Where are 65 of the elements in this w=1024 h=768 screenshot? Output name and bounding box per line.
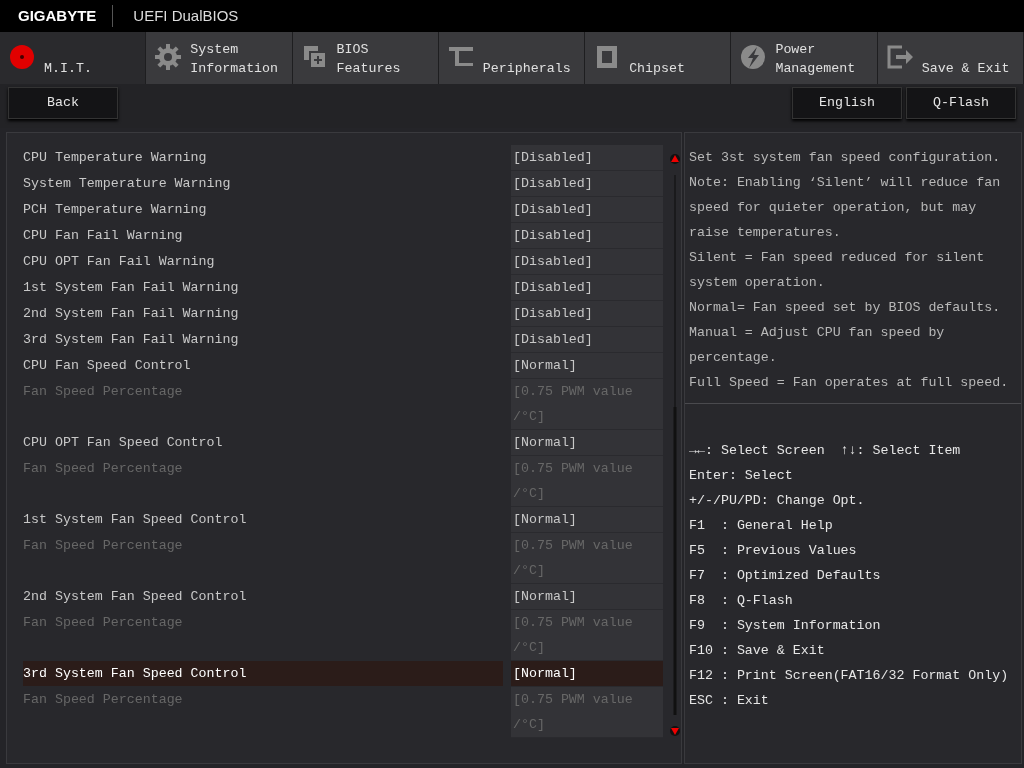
setting-value[interactable]: [Normal] xyxy=(511,661,663,687)
key-help-text: F8 : Q-Flash xyxy=(689,592,793,610)
setting-value[interactable]: [Disabled] xyxy=(511,249,663,275)
menu-tab[interactable]: BIOS Features xyxy=(292,32,439,84)
setting-value[interactable]: [Normal] xyxy=(511,353,663,379)
setting-name[interactable]: 3rd System Fan Fail Warning xyxy=(23,327,503,352)
qflash-button[interactable]: Q-Flash xyxy=(906,87,1016,119)
setting-name[interactable]: 3rd System Fan Speed Control xyxy=(23,661,503,686)
help-text: Normal= Fan speed set by BIOS defaults. xyxy=(689,299,1002,317)
setting-name: Fan Speed Percentage xyxy=(23,691,184,709)
key-help-text: F1 : General Help xyxy=(689,517,833,535)
menu-tab[interactable]: System Information xyxy=(146,32,293,84)
setting-name: Fan Speed Percentage xyxy=(23,537,184,555)
setting-name: Fan Speed Percentage xyxy=(23,383,184,401)
setting-value[interactable]: [Disabled] xyxy=(511,223,663,249)
menu-tab[interactable]: Peripherals xyxy=(438,32,586,84)
setting-value[interactable]: [Disabled] xyxy=(511,171,663,197)
setting-value[interactable]: [Normal] xyxy=(511,430,663,456)
exit-icon xyxy=(885,43,914,71)
key-help-text: →←: Select Screen xyxy=(689,442,825,460)
key-help-text: F10 : Save & Exit xyxy=(689,642,825,660)
header-title: UEFI DualBIOS xyxy=(132,5,239,26)
setting-name[interactable]: CPU OPT Fan Fail Warning xyxy=(23,249,503,274)
setting-name[interactable]: CPU Fan Fail Warning xyxy=(23,223,503,248)
setting-name[interactable]: 2nd System Fan Speed Control xyxy=(23,584,503,609)
key-help-text: ↑↓: Select Item xyxy=(840,442,961,460)
language-button[interactable]: English xyxy=(792,87,902,119)
lightning-icon xyxy=(739,43,768,71)
setting-value[interactable]: [Disabled] xyxy=(511,275,663,301)
setting-name: Fan Speed Percentage xyxy=(23,614,184,632)
setting-value[interactable]: [Disabled] xyxy=(511,145,663,171)
key-help-text: F12 : Print Screen(FAT16/32 Format Only) xyxy=(689,667,1009,685)
gear-icon xyxy=(154,43,183,71)
setting-name: Fan Speed Percentage xyxy=(23,460,184,478)
key-help-text: F7 : Optimized Defaults xyxy=(689,567,881,585)
help-text: Manual = Adjust CPU fan speed by percentage. xyxy=(689,324,946,367)
brand-logo: GIGABYTE xyxy=(0,4,114,28)
key-help-text: Enter: Select xyxy=(689,467,793,485)
setting-name[interactable]: System Temperature Warning xyxy=(23,171,503,196)
help-text: Silent = Fan speed reduced for silent system operation. xyxy=(689,249,986,292)
setting-value[interactable]: [Normal] xyxy=(511,584,663,610)
help-text: Full Speed = Fan operates at full speed. xyxy=(689,374,1010,392)
setting-name[interactable]: CPU Fan Speed Control xyxy=(23,353,503,378)
menu-tab[interactable]: Save & Exit xyxy=(877,32,1024,84)
setting-value[interactable]: [Normal] xyxy=(511,507,663,533)
menu-tab[interactable]: Power Management xyxy=(731,32,878,84)
menu-tab[interactable]: Chipset xyxy=(585,32,732,84)
setting-name[interactable]: 2nd System Fan Fail Warning xyxy=(23,301,503,326)
key-help-text: ESC : Exit xyxy=(689,692,769,710)
key-help-text: F9 : System Information xyxy=(689,617,881,635)
help-text: Set 3st system fan speed configuration. xyxy=(689,149,1002,167)
tab-icon xyxy=(8,43,36,71)
menu-tab[interactable]: M.I.T. xyxy=(0,32,147,84)
setting-name[interactable]: CPU OPT Fan Speed Control xyxy=(23,430,503,455)
setting-name[interactable]: 1st System Fan Fail Warning xyxy=(23,275,503,300)
back-button[interactable]: Back xyxy=(8,87,118,119)
setting-value[interactable]: [Disabled] xyxy=(511,301,663,327)
setting-value[interactable]: [Disabled] xyxy=(511,197,663,223)
setting-name[interactable]: PCH Temperature Warning xyxy=(23,197,503,222)
key-help-text: +/-/PU/PD: Change Opt. xyxy=(689,492,865,510)
key-help-text: F5 : Previous Values xyxy=(689,542,857,560)
setting-value[interactable]: [Disabled] xyxy=(511,327,663,353)
help-text: Note: Enabling ‘Silent’ will reduce fan speed for quieter operation, but may raise temperatures. xyxy=(689,174,1002,242)
setting-name[interactable]: CPU Temperature Warning xyxy=(23,145,503,170)
setting-name[interactable]: 1st System Fan Speed Control xyxy=(23,507,503,532)
